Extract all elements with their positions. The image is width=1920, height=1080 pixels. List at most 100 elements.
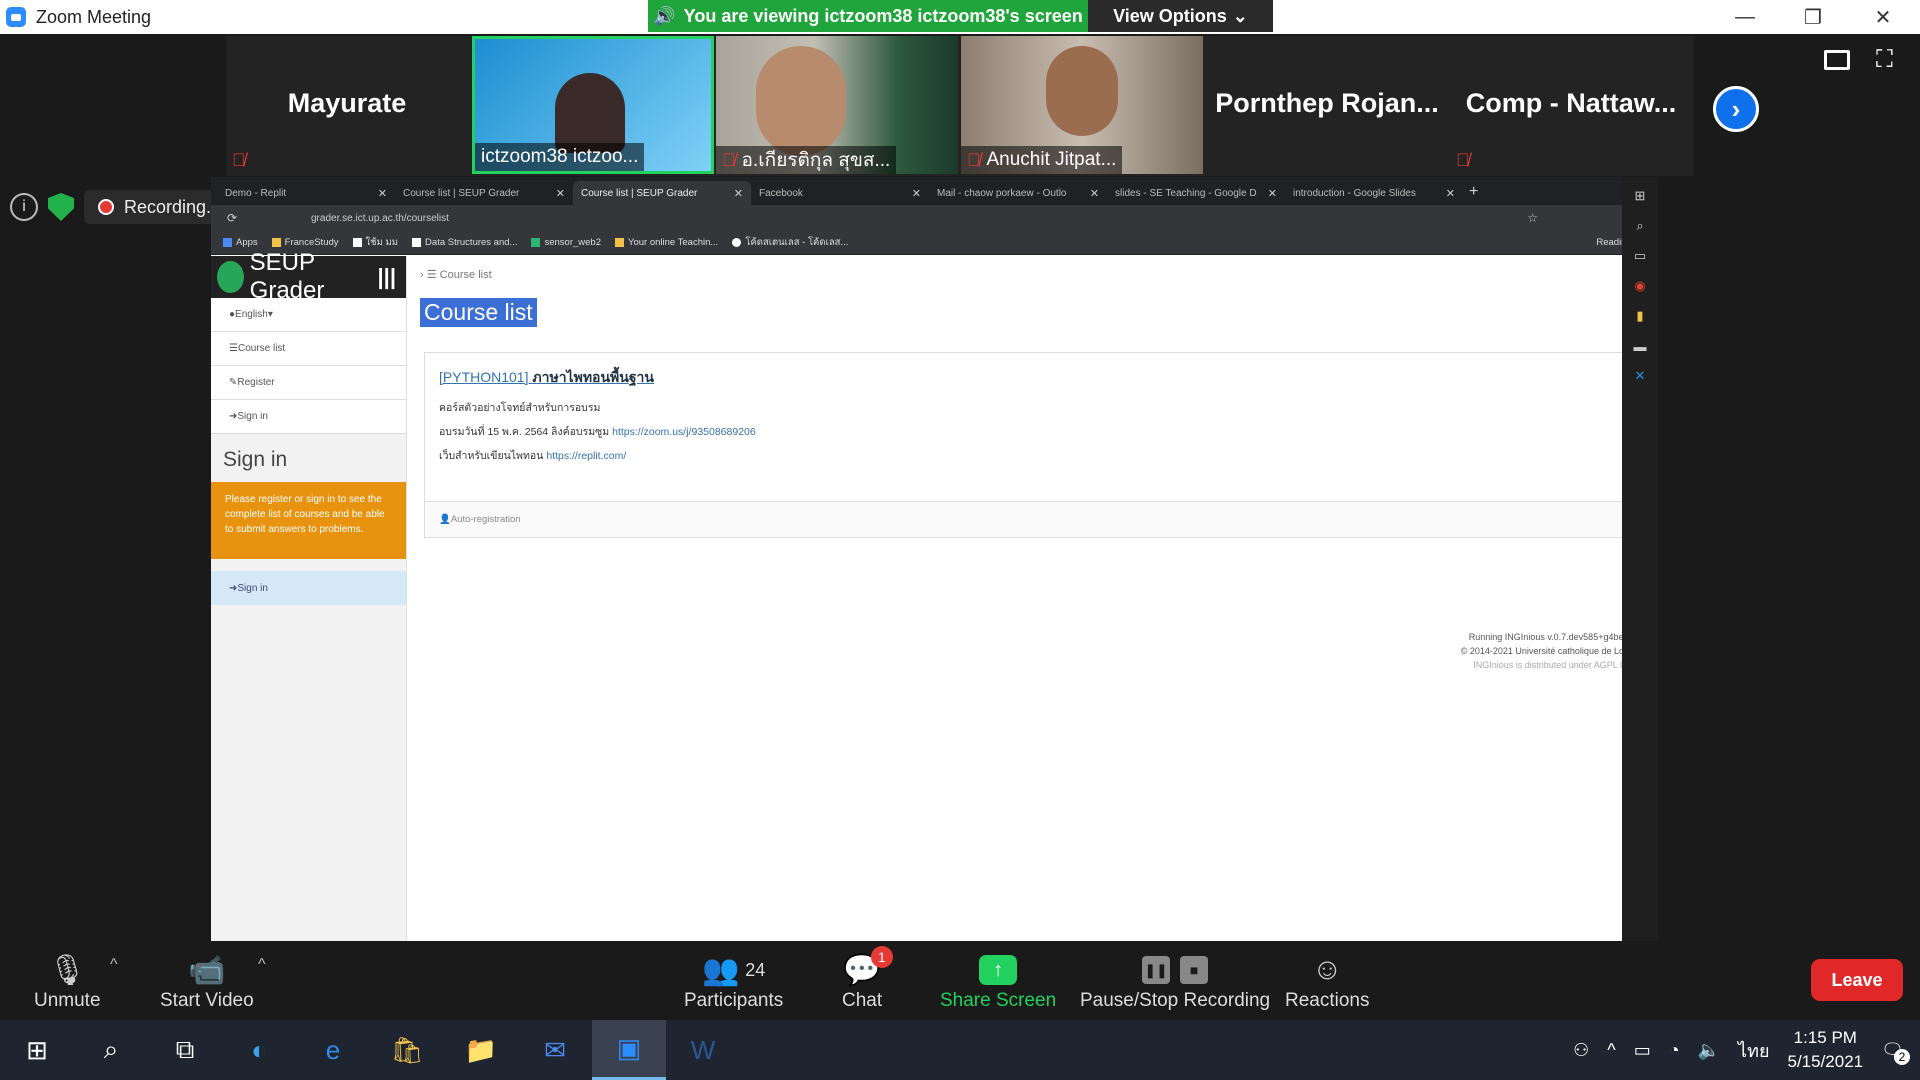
bookmark-item[interactable]: sensor_web2 bbox=[531, 237, 601, 248]
participant-tile[interactable]: Pornthep Rojan... bbox=[1206, 36, 1448, 174]
sign-in-heading: Sign in bbox=[223, 448, 288, 471]
close-button[interactable]: ✕ bbox=[1848, 0, 1918, 34]
reactions-button[interactable]: ☺ Reactions bbox=[1285, 950, 1370, 1012]
bookmark-item[interactable]: Data Structures and... bbox=[412, 237, 517, 248]
participants-button[interactable]: 👥 24 Participants bbox=[684, 950, 783, 1012]
file-explorer-icon[interactable]: 📁 bbox=[444, 1020, 518, 1080]
speaker-icon: 🔊 bbox=[653, 5, 676, 26]
search-icon[interactable]: ⌕ bbox=[74, 1020, 148, 1080]
security-shield-icon[interactable] bbox=[48, 193, 74, 221]
vscode-icon[interactable]: ✕ bbox=[1622, 361, 1658, 391]
close-tab-icon[interactable]: ✕ bbox=[1446, 187, 1455, 200]
close-tab-icon[interactable]: ✕ bbox=[556, 187, 565, 200]
windows-icon[interactable]: ⊞ bbox=[1622, 181, 1658, 211]
participant-tile[interactable]: Comp - Nattaw... 🎙̸ bbox=[1450, 36, 1692, 174]
next-page-button[interactable]: › bbox=[1713, 86, 1759, 132]
zoom-link[interactable]: https://zoom.us/j/93508689206 bbox=[612, 426, 756, 438]
bookmark-item[interactable]: ใช้ม มม bbox=[352, 235, 398, 250]
participants-count: 24 bbox=[745, 959, 766, 980]
chrome-icon[interactable]: ◉ bbox=[1622, 271, 1658, 301]
edge-icon[interactable]: ◐ bbox=[222, 1020, 296, 1080]
file-explorer-icon[interactable]: ▮ bbox=[1622, 301, 1658, 331]
restore-button[interactable]: ❐ bbox=[1778, 0, 1848, 34]
fullscreen-icon[interactable]: ⛶ bbox=[1876, 46, 1893, 74]
clock[interactable]: 1:15 PM 5/15/2021 bbox=[1788, 1026, 1864, 1074]
chevron-up-icon[interactable]: ^ bbox=[1607, 1040, 1615, 1061]
battery-icon[interactable]: ▭ bbox=[1634, 1040, 1651, 1061]
participant-tile[interactable]: 🎙̸ อ.เกียรติกุล สุขส... bbox=[716, 36, 958, 174]
sidebar-item-course-list[interactable]: ☰ Course list bbox=[211, 332, 406, 366]
participant-name: Mayurate bbox=[287, 88, 407, 118]
mic-muted-icon: 🎙 bbox=[48, 953, 87, 987]
close-tab-icon[interactable]: ✕ bbox=[912, 187, 921, 200]
video-options-caret-icon[interactable]: ^ bbox=[258, 956, 266, 974]
bookmark-star-icon[interactable]: ☆ bbox=[1527, 211, 1538, 225]
browser-tab[interactable]: slides - SE Teaching - Google D ✕ bbox=[1107, 181, 1285, 205]
bookmark-item[interactable]: FranceStudy bbox=[271, 237, 339, 248]
address-bar[interactable]: ⟳ grader.se.ict.up.ac.th/courselist ☆ bbox=[211, 205, 1658, 231]
breadcrumb-item[interactable]: Course list bbox=[440, 269, 492, 281]
pause-stop-recording-button[interactable]: ❚❚ ■ Pause/Stop Recording bbox=[1080, 950, 1270, 1012]
reload-icon[interactable]: ⟳ bbox=[227, 211, 237, 225]
browser-tab[interactable]: Facebook ✕ bbox=[751, 181, 929, 205]
bookmark-item[interactable]: Apps bbox=[223, 237, 258, 248]
task-view-icon[interactable]: ▭ bbox=[1622, 241, 1658, 271]
course-title-link[interactable]: [PYTHON101] ภาษาไพทอนพื้นฐาน bbox=[439, 367, 654, 389]
task-view-icon[interactable]: ⧉ bbox=[148, 1020, 222, 1080]
participants-label: Participants bbox=[684, 990, 784, 1011]
new-tab-icon[interactable]: + bbox=[1469, 183, 1478, 201]
sign-in-button[interactable]: ➜ Sign in bbox=[211, 571, 406, 605]
minimize-button[interactable]: — bbox=[1710, 0, 1780, 34]
close-tab-icon[interactable]: ✕ bbox=[734, 187, 743, 200]
volume-icon[interactable]: 🔈 bbox=[1698, 1040, 1720, 1061]
store-icon[interactable]: 🛍 bbox=[370, 1020, 444, 1080]
sidebar-item-register[interactable]: ✎ Register bbox=[211, 366, 406, 400]
participants-icon: 👥 24 bbox=[701, 953, 766, 987]
terminal-icon[interactable]: ▬ bbox=[1622, 331, 1658, 361]
zoom-taskbar-icon[interactable]: ▣ bbox=[592, 1020, 666, 1080]
mail-icon[interactable]: ✉ bbox=[518, 1020, 592, 1080]
view-options-button[interactable]: View Options ⌄ bbox=[1088, 0, 1273, 32]
share-screen-button[interactable]: ↑ Share Screen bbox=[940, 950, 1056, 1012]
site-brand[interactable]: SEUP Grader ||| bbox=[211, 249, 406, 304]
audio-options-caret-icon[interactable]: ^ bbox=[110, 956, 118, 974]
info-icon[interactable]: i bbox=[10, 193, 38, 221]
meeting-controls: 🎙 Unmute ^ 📹 Start Video ^ 👥 24 Participa… bbox=[0, 942, 1920, 1018]
browser-tab[interactable]: Mail - chaow porkaew - Outlo ✕ bbox=[929, 181, 1107, 205]
input-language[interactable]: ไทย bbox=[1738, 1036, 1769, 1065]
bookmark-item[interactable]: โค้ดสเตนเลส - โค้ดเลส... bbox=[732, 235, 848, 250]
chat-button[interactable]: 💬 1 Chat bbox=[842, 946, 893, 1012]
internet-explorer-icon[interactable]: e bbox=[296, 1020, 370, 1080]
browser-tab[interactable]: introduction - Google Slides ✕ bbox=[1285, 181, 1463, 205]
gallery-layout-icon[interactable] bbox=[1824, 50, 1850, 70]
license-text[interactable]: INGInious is distributed under AGPL lice… bbox=[1461, 658, 1648, 672]
notifications-icon[interactable]: 🗨 2 bbox=[1881, 1040, 1910, 1065]
start-video-button[interactable]: 📹 Start Video bbox=[160, 950, 254, 1012]
wifi-icon[interactable]: ◔ bbox=[1669, 1040, 1680, 1061]
participant-tile[interactable]: 🎙̸ Anuchit Jitpat... bbox=[961, 36, 1203, 174]
close-tab-icon[interactable]: ✕ bbox=[1090, 187, 1099, 200]
close-tab-icon[interactable]: ✕ bbox=[1268, 187, 1277, 200]
course-card: [PYTHON101] ภาษาไพทอนพื้นฐาน คอร์สตัวอย่… bbox=[424, 352, 1650, 538]
windows-side-rail: ⊞ ⌕ ▭ ◉ ▮ ▬ ✕ bbox=[1622, 177, 1658, 941]
start-windows-icon[interactable]: ⊞ bbox=[0, 1020, 74, 1080]
sign-in-warning: Please register or sign in to see the co… bbox=[211, 482, 406, 559]
close-tab-icon[interactable]: ✕ bbox=[378, 187, 387, 200]
bookmarks-bar: Apps FranceStudy ใช้ม มม Data Structures… bbox=[211, 231, 1658, 255]
word-icon[interactable]: W bbox=[666, 1020, 740, 1080]
browser-tab[interactable]: Demo - Replit ✕ bbox=[217, 181, 395, 205]
people-icon[interactable]: ⚇ bbox=[1573, 1040, 1589, 1061]
menu-toggle-icon[interactable]: ||| bbox=[378, 264, 396, 290]
browser-tab[interactable]: Course list | SEUP Grader ✕ bbox=[395, 181, 573, 205]
unmute-button[interactable]: 🎙 Unmute bbox=[34, 950, 101, 1012]
participant-tile[interactable]: ictzoom38 ictzoo... bbox=[472, 36, 714, 174]
replit-link[interactable]: https://replit.com/ bbox=[546, 450, 626, 462]
bookmark-item[interactable]: Your online Teachin... bbox=[614, 237, 718, 248]
sidebar-item-sign-in[interactable]: ➜ Sign in bbox=[211, 400, 406, 434]
search-icon[interactable]: ⌕ bbox=[1622, 211, 1658, 241]
browser-tab-active[interactable]: Course list | SEUP Grader ✕ bbox=[573, 181, 751, 205]
participant-video bbox=[555, 73, 625, 153]
recording-label: Recording... bbox=[124, 196, 222, 217]
leave-button[interactable]: Leave bbox=[1811, 959, 1903, 1001]
participant-tile[interactable]: Mayurate 🎙̸ bbox=[226, 36, 468, 174]
